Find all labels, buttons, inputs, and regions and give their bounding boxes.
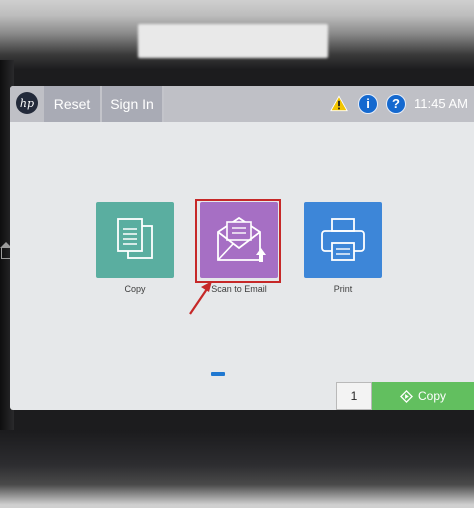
annotation-arrow-icon bbox=[189, 281, 212, 315]
